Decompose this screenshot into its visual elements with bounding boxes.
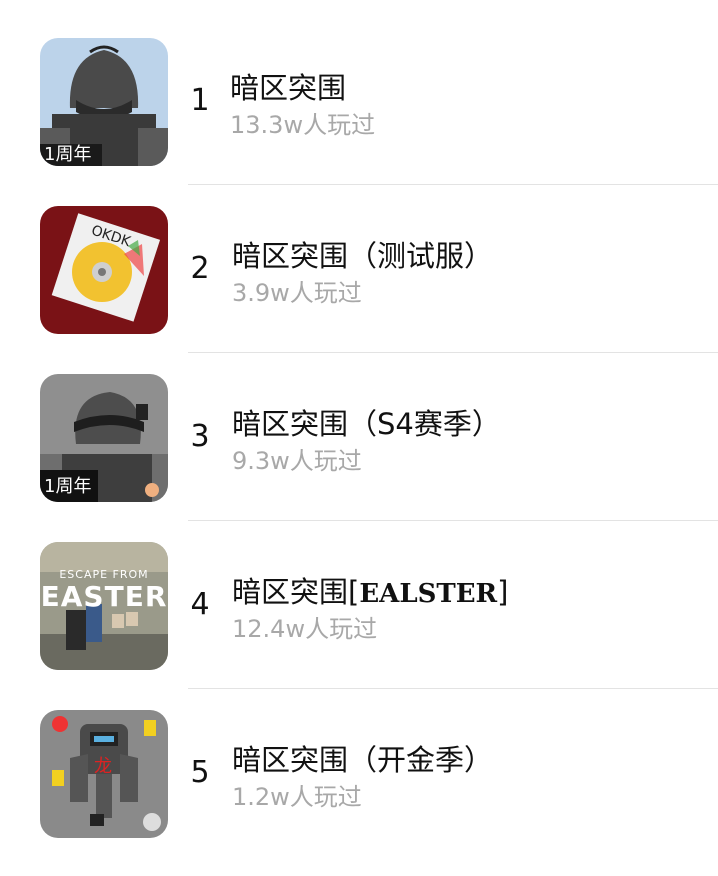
rank-number: 4 [190, 587, 210, 622]
game-thumbnail[interactable]: 1周年 [40, 374, 168, 502]
divider [188, 184, 718, 185]
game-title-text: 暗区突围[ [232, 575, 360, 609]
rank-number: 3 [190, 419, 210, 454]
divider [188, 352, 718, 353]
play-count: 3.9w人玩过 [232, 279, 362, 307]
divider [188, 688, 718, 689]
rank-number: 1 [190, 83, 210, 118]
play-count: 9.3w人玩过 [232, 447, 362, 475]
game-title-bracket: ] [497, 575, 509, 609]
rank-number: 2 [190, 251, 210, 286]
svg-text:龙: 龙 [94, 756, 112, 777]
list-item[interactable]: OKDK 2 暗区突围（测试服） 3.9w人玩过 [0, 204, 718, 372]
list-item[interactable]: 龙 5 暗区突围（开金季） 1.2w人玩过 [0, 708, 718, 876]
game-title: 暗区突围 [230, 71, 347, 105]
play-count: 1.2w人玩过 [232, 783, 362, 811]
game-thumbnail[interactable]: 龙 [40, 710, 168, 838]
list-item[interactable]: 1周年 1 暗区突围 13.3w人玩过 [0, 36, 718, 204]
art-title: EASTER [40, 580, 168, 613]
anniversary-badge: 1周年 [44, 476, 92, 497]
game-title: 暗区突围（S4赛季） [232, 407, 501, 441]
game-title: 暗区突围（开金季） [232, 743, 494, 777]
game-thumbnail[interactable]: ESCAPE FROM EASTER [40, 542, 168, 670]
game-ranking-list: 1周年 1 暗区突围 13.3w人玩过 OKDK 2 暗区突围（测试服） 3.9… [0, 0, 718, 850]
disc-art: OKDK [40, 206, 168, 334]
robot-art: 龙 [40, 710, 168, 838]
game-title-stylized: EALSTER [359, 579, 498, 609]
game-title: 暗区突围[EALSTER] [232, 574, 508, 612]
anniversary-badge: 1周年 [44, 144, 92, 165]
play-count: 12.4w人玩过 [232, 615, 378, 643]
game-thumbnail[interactable]: OKDK [40, 206, 168, 334]
game-title: 暗区突围（测试服） [232, 239, 494, 273]
play-count: 13.3w人玩过 [230, 111, 376, 139]
divider [188, 520, 718, 521]
rank-number: 5 [190, 755, 210, 790]
list-item[interactable]: 1周年 3 暗区突围（S4赛季） 9.3w人玩过 [0, 372, 718, 540]
game-thumbnail[interactable]: 1周年 [40, 38, 168, 166]
list-item[interactable]: ESCAPE FROM EASTER 4 暗区突围[EALSTER] 12.4w… [0, 540, 718, 708]
